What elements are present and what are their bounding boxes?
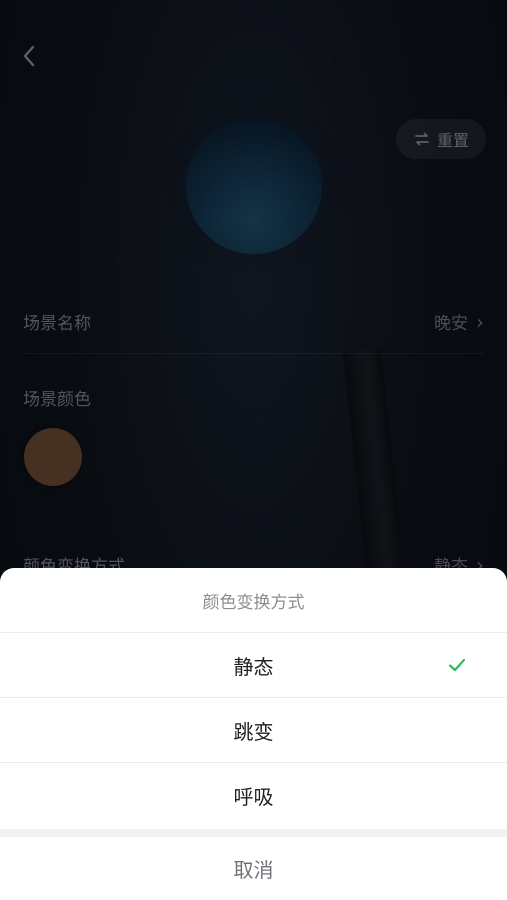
- option-label: 呼吸: [233, 784, 274, 809]
- action-sheet: 颜色变换方式 静态 跳变 呼吸 取消: [0, 568, 507, 900]
- cancel-label: 取消: [233, 858, 274, 882]
- checkmark-icon: [448, 658, 466, 672]
- cancel-button[interactable]: 取消: [0, 837, 507, 900]
- sheet-title: 颜色变换方式: [202, 592, 305, 613]
- option-static[interactable]: 静态: [0, 633, 507, 697]
- option-breathe[interactable]: 呼吸: [0, 763, 507, 827]
- option-jump[interactable]: 跳变: [0, 698, 507, 762]
- option-label: 跳变: [233, 719, 274, 744]
- scene-settings-screen: 重置 场景名称 晚安 › 场景颜色 颜色变换方式 静态 › 颜色变换方式 静态: [0, 0, 507, 900]
- sheet-gap: [0, 829, 507, 837]
- option-label: 静态: [233, 654, 274, 679]
